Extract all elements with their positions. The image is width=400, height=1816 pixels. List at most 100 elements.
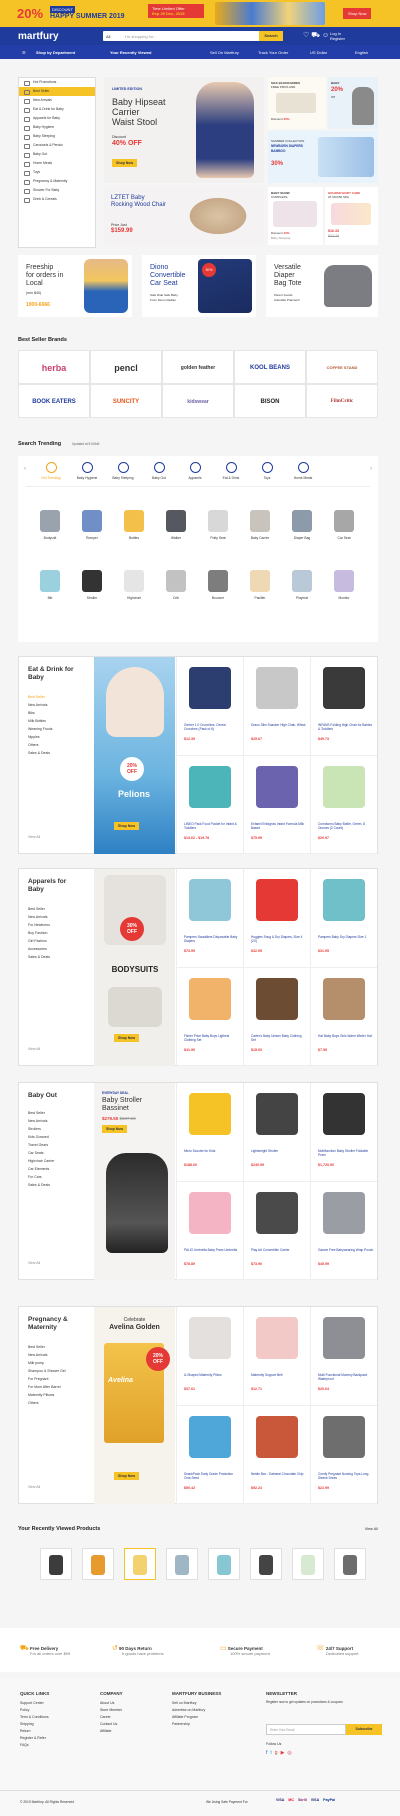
recent-product[interactable]: [40, 1548, 72, 1580]
tab-eat-drink[interactable]: Eat & Drink: [216, 462, 246, 480]
tab-baby-out[interactable]: Baby Out: [144, 462, 174, 480]
brand-tile[interactable]: golden feather: [162, 350, 234, 384]
product-card[interactable]: Pampers Baby Dry Diapers Size 1 $31.95: [310, 869, 377, 968]
sidebar-item[interactable]: Baby Sleeping: [19, 132, 95, 141]
tab-baby-hygiene[interactable]: Baby Hygiene: [72, 462, 102, 480]
view-all-link[interactable]: View All: [28, 1047, 40, 1051]
sidebar-item[interactable]: Carousels & Pensio: [19, 141, 95, 150]
product-name[interactable]: U-Shaped Maternity Pillow: [184, 1373, 240, 1377]
brand-tile[interactable]: FilmCritic: [306, 384, 378, 418]
product-card[interactable]: Carter's Baby Unisex Baby Clothing Set $1…: [243, 968, 310, 1066]
trending-item[interactable]: Stroller: [74, 570, 110, 600]
brand-tile[interactable]: pencl: [90, 350, 162, 384]
chevron-left-icon[interactable]: ‹: [24, 466, 26, 472]
banner-shop-button[interactable]: Shop Now: [114, 822, 140, 830]
section-link[interactable]: Nipples: [28, 733, 52, 741]
section-link[interactable]: Weaning Foods: [28, 725, 52, 733]
hero-banner[interactable]: LIMITED EDITION Baby Hipseat Carrier Wai…: [104, 77, 264, 183]
recent-product[interactable]: [250, 1548, 282, 1580]
view-all-link[interactable]: View All: [28, 1485, 40, 1489]
sidebar-item[interactable]: Baby Out: [19, 150, 95, 159]
account-links[interactable]: Log in Register: [330, 31, 345, 41]
product-card[interactable]: Play Art Convertible Carrier $73.90: [243, 1182, 310, 1280]
product-card[interactable]: Maternity Support Belt $12.71: [243, 1307, 310, 1406]
section-link[interactable]: Sales & Deals: [28, 1181, 54, 1189]
product-name[interactable]: Huggies Snug & Dry Diapers, Size 4 (2X): [251, 935, 307, 943]
section-link[interactable]: Best Seller: [28, 1109, 54, 1117]
sidebar-item[interactable]: Baby Hygiene: [19, 123, 95, 132]
sidebar-item[interactable]: Toys: [19, 168, 95, 177]
section-link[interactable]: New Arrivals: [28, 913, 50, 921]
search-button[interactable]: Search: [259, 31, 283, 41]
footer-link[interactable]: Policy: [20, 1707, 49, 1714]
diaper-bag-banner[interactable]: Versatile Diaper Bag Tote Parent Goods A…: [266, 255, 378, 317]
recently-viewed-dropdown[interactable]: Your Recently Viewed: [110, 50, 151, 55]
brand-tile[interactable]: BISON: [234, 384, 306, 418]
brand-tile[interactable]: kidswear: [162, 384, 234, 418]
product-name[interactable]: Gerber 1.0 Crunchies, Cereal Crunches (P…: [184, 723, 240, 731]
product-card[interactable]: Gerber 1.0 Crunchies, Cereal Crunches (P…: [176, 657, 243, 756]
register-link[interactable]: Register: [330, 36, 345, 41]
trending-item[interactable]: Bouncer: [200, 570, 236, 600]
footer-link[interactable]: About Us: [100, 1700, 123, 1707]
product-card[interactable]: Huggies Snug & Dry Diapers, Size 4 (2X) $…: [243, 869, 310, 968]
section-banner[interactable]: 20% OFF Pelions Shop Now: [94, 657, 175, 854]
product-name[interactable]: Fisher Price Baby Boys Ligthest Clothing…: [184, 1034, 240, 1042]
section-link[interactable]: Shampoo & Shower Gel: [28, 1367, 66, 1375]
section-link[interactable]: Best Seller: [28, 693, 52, 701]
tab-toys[interactable]: Toys: [252, 462, 282, 480]
footer-link[interactable]: Advertise on Martfury: [172, 1707, 221, 1714]
promo-tile-silk[interactable]: SILK BLOCKGRDES FREE PROS AND Discount 3…: [268, 77, 326, 129]
section-link[interactable]: For Pregnant: [28, 1375, 66, 1383]
footer-link[interactable]: Affiliate: [100, 1728, 123, 1735]
product-name[interactable]: INFANS Folding High Chair for Babies & T…: [318, 723, 374, 731]
sidebar-item[interactable]: Eat & Drink for Baby: [19, 105, 95, 114]
recent-product[interactable]: [334, 1548, 366, 1580]
footer-link[interactable]: FAQs: [20, 1742, 49, 1749]
product-card[interactable]: Nestle Bar - Oatmeal Chocolate Chip $92.2…: [243, 1406, 310, 1504]
product-name[interactable]: Nestle Bar - Oatmeal Chocolate Chip: [251, 1472, 307, 1476]
banner-shop-button[interactable]: Shop Now: [114, 1472, 140, 1480]
promo-tile-summer[interactable]: SUMMER COLLECTION NEWBORN DIAPERS BAMBOO…: [268, 131, 378, 183]
product-card[interactable]: PALIO Umbrella Baby Pram Umbrella $78.89: [176, 1182, 243, 1280]
footer-link[interactable]: Register & Refer: [20, 1735, 49, 1742]
product-name[interactable]: Pampers Swaddlers Disposable Baby Diaper…: [184, 935, 240, 943]
promo-shop-button[interactable]: Shop Now: [343, 8, 372, 19]
product-name[interactable]: Graco Slim Snacker High Chair, Whisk: [251, 723, 307, 727]
section-link[interactable]: Car Seats: [28, 1149, 54, 1157]
body-care-tile[interactable]: HOLIDER BODY CARE AT MAX50 SPA $16.33 $2…: [325, 187, 378, 245]
product-name[interactable]: Micro Scooter for Kids: [184, 1149, 240, 1153]
product-card[interactable]: Pampers Swaddlers Disposable Baby Diaper…: [176, 869, 243, 968]
view-all-link[interactable]: View All: [28, 1261, 40, 1265]
product-card[interactable]: LINEO Pack Food Pocket for Infant & Todd…: [176, 756, 243, 854]
product-card[interactable]: Multi Functional Mummy Backpack Waterpro…: [310, 1307, 377, 1406]
trending-item[interactable]: Walker: [158, 510, 194, 540]
section-link[interactable]: Car Elements: [28, 1165, 54, 1173]
product-card[interactable]: Hat Baby Boys Girls Warm Winter Hat $7.99: [310, 968, 377, 1066]
section-link[interactable]: For Newborns: [28, 921, 50, 929]
product-card[interactable]: Micro Scooter for Kids $188.60: [176, 1083, 243, 1182]
trending-item[interactable]: Bib: [32, 570, 68, 600]
footer-link[interactable]: Contact Us: [100, 1721, 123, 1728]
sidebar-item[interactable]: Shower For Baby: [19, 186, 95, 195]
section-banner[interactable]: EVERYDAY DEAL Baby Stroller Bassinet $27…: [94, 1083, 175, 1280]
chevron-right-icon[interactable]: ›: [370, 466, 372, 472]
trending-item[interactable]: Pacifier: [242, 570, 278, 600]
recent-product[interactable]: [208, 1548, 240, 1580]
recent-product[interactable]: [292, 1548, 324, 1580]
sidebar-item[interactable]: Pregnancy & Maternity: [19, 177, 95, 186]
trending-item[interactable]: Romper: [74, 510, 110, 540]
section-link[interactable]: New Arrivals: [28, 1351, 66, 1359]
product-card[interactable]: Fisher Price Baby Boys Ligthest Clothing…: [176, 968, 243, 1066]
product-name[interactable]: Carter's Baby Unisex Baby Clothing Set: [251, 1034, 307, 1042]
section-link[interactable]: Others: [28, 1399, 66, 1407]
product-name[interactable]: Multifunction Baby Stroller Foldable Pra…: [318, 1149, 374, 1157]
brand-tile[interactable]: BOOK EATERS: [18, 384, 90, 418]
section-banner[interactable]: Celebrate Avelina Golden Avelina 20% OFF …: [94, 1307, 175, 1504]
product-name[interactable]: SnackPack Early Grade Protection Chia Se…: [184, 1472, 240, 1480]
cart-icon[interactable]: ⛟: [311, 32, 320, 39]
sell-link[interactable]: Sell On Martfury: [210, 50, 239, 55]
footer-link[interactable]: Return: [20, 1728, 49, 1735]
trending-item[interactable]: Playmat: [284, 570, 320, 600]
trending-item[interactable]: Potty Seat: [200, 510, 236, 540]
